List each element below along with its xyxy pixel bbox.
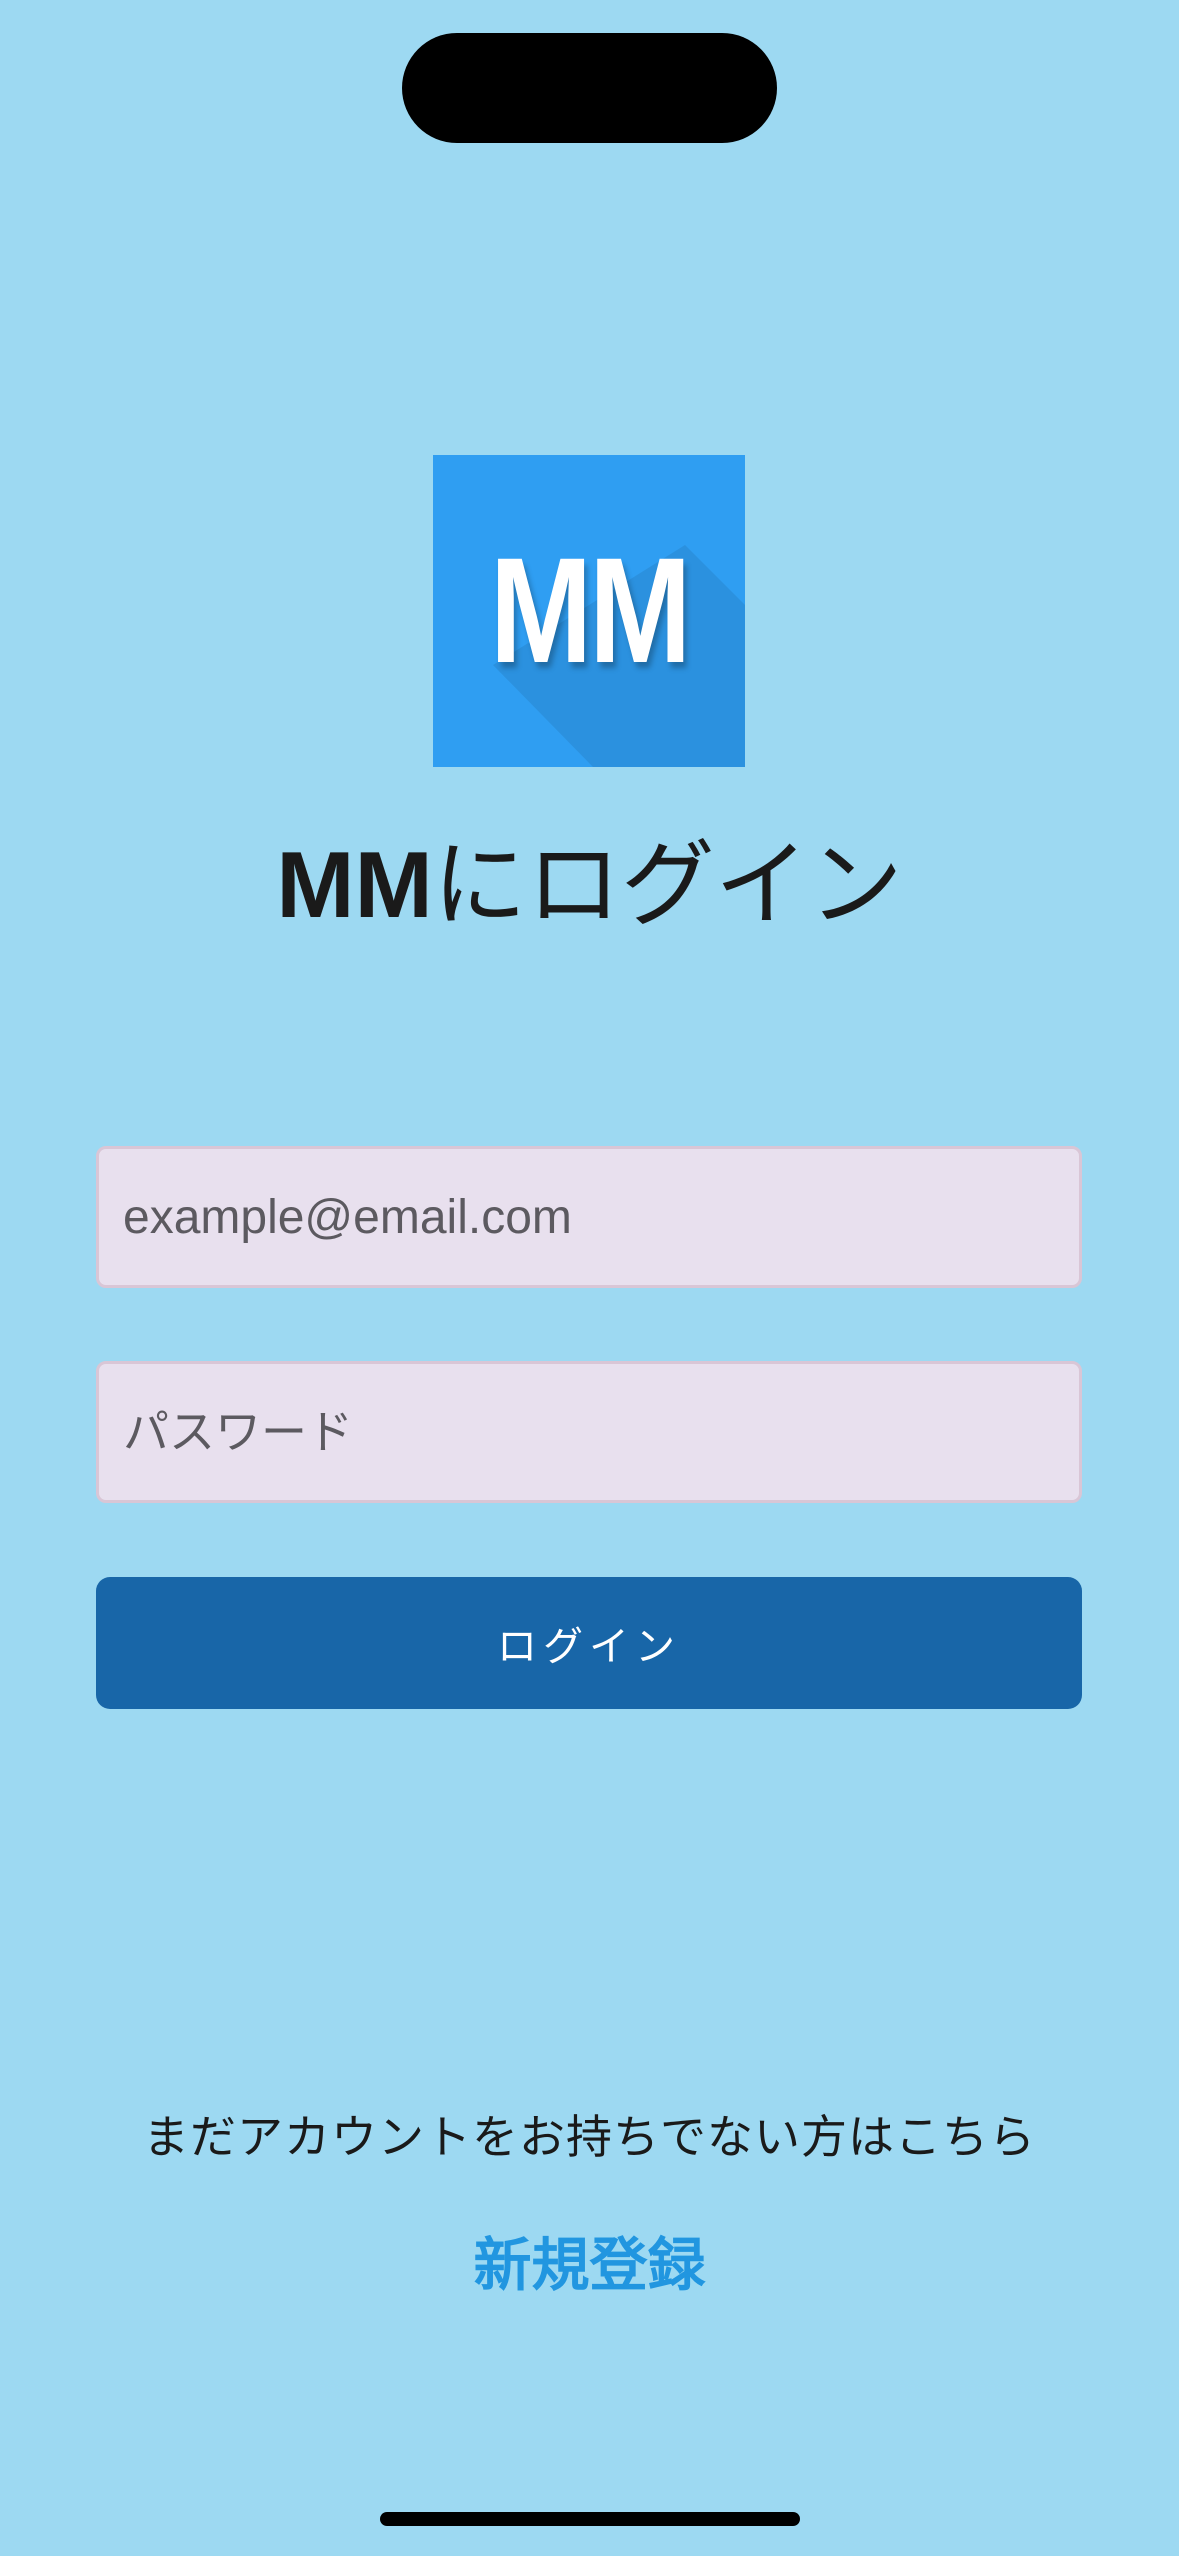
page-title: MMにログイン <box>0 825 1179 946</box>
signup-link[interactable]: 新規登録 <box>0 2225 1179 2305</box>
password-field[interactable] <box>96 1361 1082 1503</box>
page-title-suffix: にログイン <box>432 831 903 940</box>
app-logo: MM <box>433 455 745 767</box>
dynamic-island <box>402 33 777 143</box>
email-field[interactable] <box>96 1146 1082 1288</box>
signup-prompt: まだアカウントをお持ちでない方はこちら <box>143 2110 1036 2164</box>
login-button[interactable]: ログイン <box>96 1577 1082 1709</box>
home-indicator[interactable] <box>380 2512 800 2526</box>
page-title-brand: MM <box>276 832 433 937</box>
login-screen: MM MMにログイン ログイン まだアカウントをお持ちでない方はこちら 新規登録 <box>0 0 1179 2556</box>
logo-text: MM <box>489 526 692 694</box>
